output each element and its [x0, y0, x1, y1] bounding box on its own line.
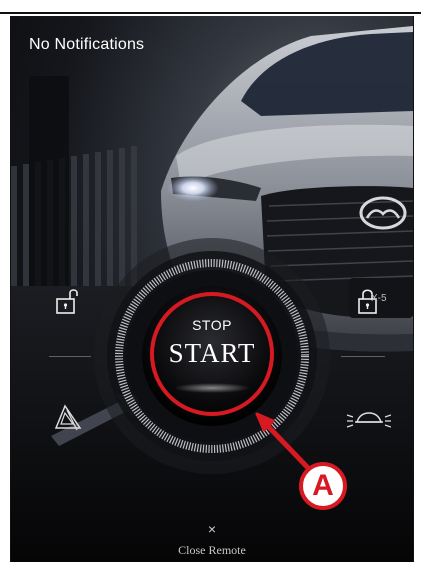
close-icon[interactable]: ×	[11, 521, 413, 537]
app-frame: No Notifications X-5 STOP START A × Clos…	[0, 0, 421, 562]
annotation-overlay	[150, 292, 347, 510]
annotation-letter: A	[312, 469, 334, 502]
top-border	[0, 0, 421, 14]
remote-screen: No Notifications X-5 STOP START A × Clos…	[10, 16, 414, 562]
close-remote-button[interactable]: Close Remote	[11, 543, 413, 558]
